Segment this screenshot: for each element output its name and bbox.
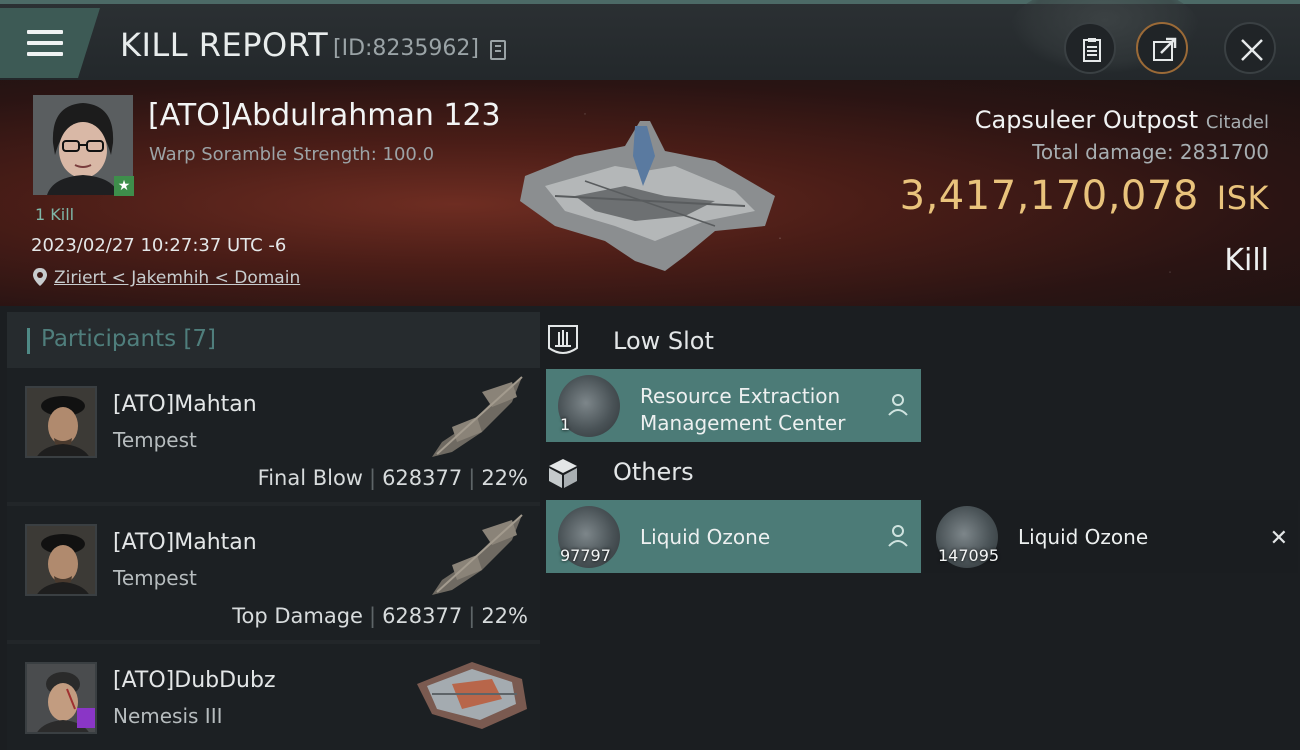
star-icon: ★ [114, 176, 134, 196]
person-icon [888, 394, 908, 416]
report-id: [ID:8235962] [333, 36, 479, 61]
isk-value: 3,417,170,078 ISK [900, 173, 1269, 219]
participant-stats: Top Damage | 628377 | 22% [232, 604, 528, 628]
share-button[interactable] [1136, 22, 1188, 74]
warp-scramble-strength: Warp Soramble Strength: 100.0 [149, 144, 435, 165]
participant-row[interactable]: [ATO]DubDubz Nemesis III [7, 644, 540, 750]
low-slot-title: Low Slot [613, 327, 714, 355]
structure-image [520, 121, 775, 271]
participant-stats: Final Blow | 628377 | 22% [257, 466, 528, 490]
clipboard-icon [1083, 38, 1101, 62]
participant-role: Top Damage [232, 604, 363, 628]
low-slot-icon [548, 325, 578, 354]
module-name: Resource Extraction Management Center [640, 383, 845, 437]
participants-header[interactable]: Participants [7] [7, 312, 540, 368]
victim-ship[interactable]: Capsuleer Outpost Citadel [975, 106, 1269, 134]
participants-count: [7] [183, 326, 217, 352]
kill-datetime: 2023/02/27 10:27:37 UTC -6 [31, 235, 287, 256]
clipboard-button[interactable] [1064, 22, 1116, 74]
ship-image [432, 514, 523, 595]
isk-amount: 3,417,170,078 [899, 173, 1199, 219]
close-button[interactable] [1224, 22, 1276, 74]
others-title: Others [613, 458, 694, 486]
participant-ship: Tempest [113, 428, 197, 452]
participant-percent: 22% [481, 466, 528, 490]
avatar[interactable] [25, 524, 97, 596]
participant-portrait [27, 388, 95, 456]
cube-icon [549, 459, 577, 488]
total-damage: Total damage: 2831700 [1032, 140, 1269, 164]
ship-name: Capsuleer Outpost [974, 106, 1199, 134]
module-item[interactable]: Liquid Ozone 147095 ✕ [924, 500, 1298, 573]
kill-count: 1 Kill [35, 205, 75, 224]
result-label: Kill [1224, 243, 1269, 278]
module-name: Liquid Ozone [640, 525, 771, 549]
participant-name: [ATO]DubDubz [113, 668, 276, 693]
victim-name[interactable]: [ATO]Abdulrahman 123 [148, 98, 501, 133]
module-quantity: 1 [560, 415, 571, 434]
module-name: Liquid Ozone [1018, 525, 1149, 549]
participants-title: Participants [7] [41, 326, 216, 352]
menu-button[interactable] [0, 8, 100, 78]
participant-portrait [27, 526, 95, 594]
participants-title-text: Participants [41, 326, 177, 352]
module-name-line2: Management Center [640, 411, 846, 435]
corp-badge [77, 708, 95, 728]
total-damage-value: 2831700 [1179, 140, 1269, 164]
module-quantity: 147095 [938, 546, 1000, 565]
participant-damage: 628377 [382, 604, 463, 628]
participant-row[interactable]: [ATO]Mahtan Tempest Final Blow | 628377 | 22… [7, 368, 540, 502]
menu-icon [27, 30, 63, 58]
close-icon [1241, 39, 1263, 61]
x-icon: ✕ [1269, 526, 1288, 551]
ship-class: Citadel [1205, 112, 1269, 133]
participants-panel: Participants [7] [ATO]Mahtan Tempest Fin… [7, 312, 540, 750]
avatar[interactable] [25, 386, 97, 458]
module-quantity: 97797 [560, 546, 611, 565]
copy-icon[interactable] [490, 40, 506, 60]
participant-row[interactable]: [ATO]Mahtan Tempest Top Damage | 628377 | 22… [7, 506, 540, 640]
kill-banner: ★ [ATO]Abdulrahman 123 Warp Soramble Str… [0, 80, 1300, 306]
top-bar: KILL REPORT [ID:8235962] [0, 0, 1300, 80]
location-link[interactable]: Ziriert < Jakemhih < Domain [54, 268, 300, 288]
ship-image [417, 662, 527, 729]
page-title: KILL REPORT [120, 26, 329, 64]
participant-damage: 628377 [382, 466, 463, 490]
participant-ship: Nemesis III [113, 704, 223, 728]
location-pin-icon [33, 268, 47, 286]
total-damage-label: Total damage: [1032, 140, 1174, 164]
participant-percent: 22% [481, 604, 528, 628]
person-icon [888, 525, 908, 547]
participant-name: [ATO]Mahtan [113, 392, 257, 417]
participant-name: [ATO]Mahtan [113, 530, 257, 555]
ship-image [432, 376, 523, 457]
header-accent-bar [27, 328, 30, 354]
participant-ship: Tempest [113, 566, 197, 590]
isk-unit: ISK [1216, 179, 1269, 217]
module-item[interactable]: Resource Extraction Management Center 1 [546, 369, 921, 442]
share-icon [1153, 37, 1177, 61]
participant-role: Final Blow [257, 466, 363, 490]
module-name-line1: Resource Extraction [640, 384, 841, 408]
module-item[interactable]: Liquid Ozone 97797 [546, 500, 921, 573]
